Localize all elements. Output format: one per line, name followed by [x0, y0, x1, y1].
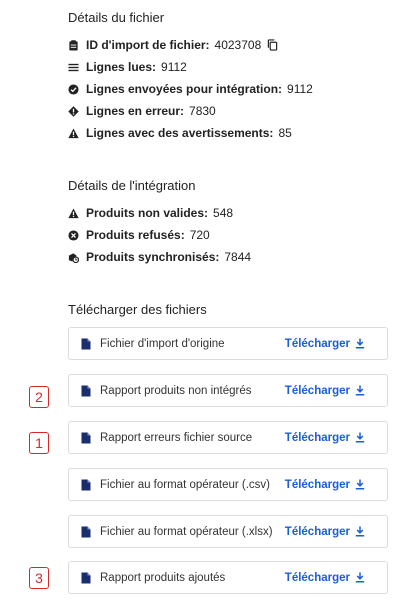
download-label[interactable]: Télécharger — [285, 385, 350, 397]
warning-triangle-icon — [68, 208, 79, 218]
check-circle-icon — [68, 83, 79, 95]
lines-error-row: Lignes en erreur: 7830 — [68, 103, 216, 119]
lines-error-label: Lignes en erreur: — [86, 104, 185, 118]
download-label[interactable]: Télécharger — [285, 572, 350, 584]
invalid-products-value: 548 — [213, 206, 234, 220]
download-label[interactable]: Télécharger — [285, 338, 350, 350]
file-card-operator-csv: Fichier au format opérateur (.csv) Téléc… — [68, 468, 388, 501]
file-name: Fichier au format opérateur (.xlsx) — [100, 525, 273, 538]
synced-products-value: 7844 — [224, 250, 252, 264]
cross-circle-icon — [68, 229, 79, 241]
lines-warning-label: Lignes avec des avertissements: — [86, 126, 274, 140]
download-label[interactable]: Télécharger — [285, 526, 350, 538]
lines-error-value: 7830 — [189, 104, 216, 118]
download-link[interactable]: Télécharger — [285, 432, 365, 444]
import-id-label: ID d'import de fichier: — [86, 38, 210, 52]
file-card-original-import: Fichier d'import d'origine Télécharger — [68, 327, 388, 360]
error-diamond-icon — [68, 105, 79, 117]
file-card-source-errors: Rapport erreurs fichier source Télécharg… — [68, 421, 388, 454]
file-name: Rapport produits ajoutés — [100, 571, 226, 584]
import-id-row: ID d'import de fichier: 4023708 — [68, 37, 278, 53]
file-card-operator-xlsx: Fichier au format opérateur (.xlsx) Télé… — [68, 515, 388, 548]
lines-warning-value: 85 — [278, 126, 292, 140]
invalid-products-label: Produits non valides: — [86, 206, 209, 220]
list-lines-icon — [68, 63, 79, 71]
download-link[interactable]: Télécharger — [285, 479, 365, 491]
lines-warning-row: Lignes avec des avertissements: 85 — [68, 125, 292, 141]
warning-triangle-icon — [68, 128, 79, 138]
annotation-marker: 3 — [29, 567, 49, 589]
document-icon — [81, 526, 91, 537]
document-icon — [81, 338, 91, 349]
download-icon[interactable] — [355, 479, 365, 490]
file-name: Fichier au format opérateur (.csv) — [100, 478, 271, 491]
lines-read-row: Lignes lues: 9112 — [68, 59, 187, 75]
download-link[interactable]: Télécharger — [285, 526, 365, 538]
lines-sent-value: 9112 — [287, 82, 313, 96]
synced-products-label: Produits synchronisés: — [86, 250, 220, 264]
download-link[interactable]: Télécharger — [285, 338, 365, 350]
document-icon — [81, 479, 91, 490]
integration-details-title: Détails de l'intégration — [68, 178, 196, 193]
download-link[interactable]: Télécharger — [285, 572, 365, 584]
download-icon[interactable] — [355, 526, 365, 537]
download-label[interactable]: Télécharger — [285, 432, 350, 444]
annotation-marker: 2 — [29, 386, 49, 408]
document-icon — [81, 572, 91, 583]
download-label[interactable]: Télécharger — [285, 479, 350, 491]
synced-products-row: Produits synchronisés: 7844 — [68, 249, 251, 265]
file-name: Fichier d'import d'origine — [100, 337, 225, 350]
copy-icon[interactable] — [267, 39, 278, 51]
refused-products-row: Produits refusés: 720 — [68, 227, 210, 243]
clipboard-icon — [69, 39, 78, 51]
lines-sent-row: Lignes envoyées pour intégration: 9112 — [68, 81, 313, 97]
invalid-products-row: Produits non valides: 548 — [68, 205, 233, 221]
lines-read-label: Lignes lues: — [86, 60, 157, 74]
file-name: Rapport produits non intégrés — [100, 384, 252, 397]
sync-box-icon — [68, 252, 79, 263]
file-card-unintegrated-products: Rapport produits non intégrés Télécharge… — [68, 374, 388, 407]
downloads-title: Télécharger des fichiers — [68, 302, 207, 317]
download-link[interactable]: Télécharger — [285, 385, 365, 397]
import-id-value: 4023708 — [214, 38, 262, 52]
file-details-title: Détails du fichier — [68, 10, 165, 25]
document-icon — [81, 432, 91, 443]
refused-products-value: 720 — [189, 228, 210, 242]
file-name: Rapport erreurs fichier source — [100, 431, 253, 444]
file-card-added-products: Rapport produits ajoutés Télécharger — [68, 561, 388, 594]
download-icon[interactable] — [355, 572, 365, 583]
download-icon[interactable] — [355, 385, 365, 396]
download-icon[interactable] — [355, 338, 365, 349]
annotation-marker: 1 — [29, 432, 49, 454]
lines-sent-label: Lignes envoyées pour intégration: — [86, 82, 283, 96]
document-icon — [81, 385, 91, 396]
lines-read-value: 9112 — [161, 60, 187, 74]
refused-products-label: Produits refusés: — [86, 228, 185, 242]
download-icon[interactable] — [355, 432, 365, 443]
